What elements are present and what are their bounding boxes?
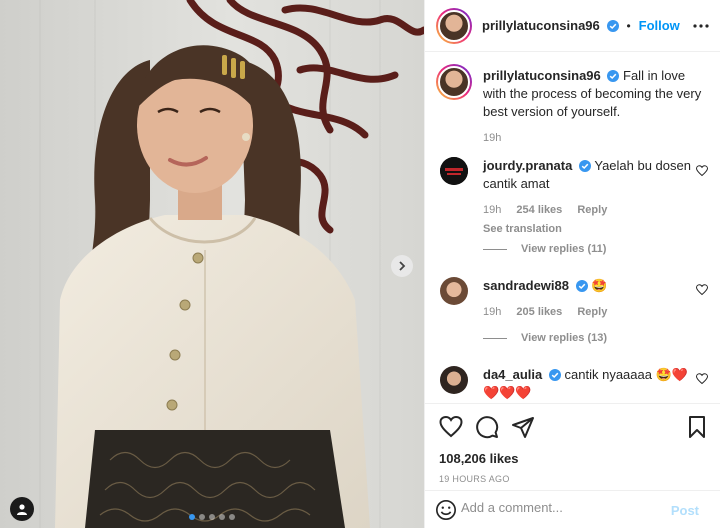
follow-button[interactable]: Follow <box>639 18 680 33</box>
commenter-avatar[interactable] <box>440 157 468 185</box>
verified-badge-icon <box>607 70 620 82</box>
reply-button[interactable]: Reply <box>577 204 607 216</box>
carousel-next-button[interactable] <box>391 255 413 277</box>
caption-username[interactable]: prillylatuconsina96 <box>483 68 601 83</box>
comment: jourdy.pranata Yaelah bu dosen cantik am… <box>483 157 693 238</box>
view-replies-button[interactable]: View replies (13) <box>483 332 607 344</box>
carousel-dot <box>229 514 235 520</box>
comment-meta: 19h 254 likes Reply <box>483 201 693 219</box>
person-tag-icon <box>17 504 27 515</box>
post-actions <box>425 403 720 447</box>
comment: da4_aulia cantik nyaaaaa 🤩❤️ ❤️❤️❤️ <box>483 366 693 402</box>
post-timestamp: 19 HOURS AGO <box>439 474 510 484</box>
carousel-dot <box>219 514 225 520</box>
heart-icon[interactable] <box>696 165 708 177</box>
comment-username[interactable]: sandradewi88 <box>483 278 569 293</box>
post-caption: prillylatuconsina96 Fall in love with th… <box>483 67 709 147</box>
author-username[interactable]: prillylatuconsina96 <box>482 18 600 33</box>
caption-avatar[interactable] <box>436 64 472 100</box>
tagged-people-button[interactable] <box>10 497 34 521</box>
smiley-icon[interactable] <box>435 499 457 521</box>
carousel-dot <box>199 514 205 520</box>
reply-button[interactable]: Reply <box>577 306 607 318</box>
view-replies-button[interactable]: View replies (11) <box>483 243 606 255</box>
paper-plane-icon[interactable] <box>511 415 535 439</box>
verified-badge-icon <box>548 369 561 381</box>
comment-bubble-icon[interactable] <box>475 415 499 439</box>
comment-likes[interactable]: 205 likes <box>516 306 562 318</box>
likes-count[interactable]: 108,206 likes <box>439 451 519 466</box>
comment-likes[interactable]: 254 likes <box>516 204 562 216</box>
commenter-avatar[interactable] <box>440 277 468 305</box>
add-comment-bar: Post <box>425 490 720 528</box>
comment-meta: 19h 205 likes Reply <box>483 303 693 321</box>
commenter-avatar-image <box>440 157 468 185</box>
comment-username[interactable]: da4_aulia <box>483 367 542 382</box>
chevron-right-icon <box>399 261 406 271</box>
carousel-dot <box>209 514 215 520</box>
verified-badge-icon <box>575 280 588 292</box>
header-separator: • <box>626 19 631 33</box>
comment-username[interactable]: jourdy.pranata <box>483 158 572 173</box>
view-replies-line <box>483 248 507 250</box>
view-replies-label: View replies (13) <box>521 332 608 344</box>
view-replies-label: View replies (11) <box>521 243 607 255</box>
comment: sandradewi88 🤩 19h 205 likes Reply <box>483 277 693 321</box>
bookmark-icon[interactable] <box>687 415 707 439</box>
carousel-indicator <box>0 514 424 520</box>
carousel-dot-active <box>189 514 195 520</box>
comment-time: 19h <box>483 306 502 318</box>
post-comment-button[interactable]: Post <box>671 503 699 518</box>
see-translation-link[interactable]: See translation <box>483 220 693 238</box>
heart-icon[interactable] <box>696 373 708 385</box>
commenter-avatar[interactable] <box>440 366 468 394</box>
view-replies-line <box>483 337 507 339</box>
comment-time: 19h <box>483 204 502 216</box>
heart-icon[interactable] <box>439 415 463 439</box>
heart-icon[interactable] <box>696 284 708 296</box>
more-horizontal-icon[interactable] <box>693 18 709 34</box>
verified-badge-icon <box>606 20 619 32</box>
post-sidebar: prillylatuconsina96 • Follow prillylatuc… <box>424 0 720 528</box>
post-photo[interactable] <box>0 0 424 528</box>
caption-time: 19h <box>483 132 502 144</box>
verified-badge-icon <box>578 160 591 172</box>
comment-input[interactable] <box>461 500 661 515</box>
comment-text: 🤩 <box>591 278 608 293</box>
author-avatar[interactable] <box>436 8 472 44</box>
photo-scene <box>0 0 424 528</box>
post-header: prillylatuconsina96 • Follow <box>425 0 720 52</box>
